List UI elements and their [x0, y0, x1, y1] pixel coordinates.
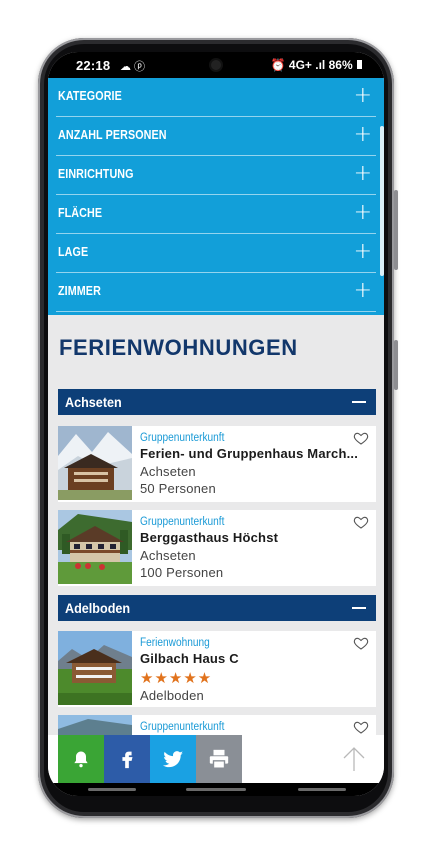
plus-icon[interactable]: +	[354, 124, 372, 146]
front-camera-icon	[211, 60, 221, 70]
heart-icon[interactable]	[353, 514, 369, 530]
plus-icon[interactable]: +	[354, 202, 372, 224]
filter-einrichtung[interactable]: EINRICHTUNG +	[56, 156, 376, 195]
filter-label: ZIMMER	[58, 284, 101, 298]
location-label: Achseten	[65, 394, 122, 410]
signal-icons: ⏰ 4G+ .ıl	[270, 58, 326, 72]
status-bar: 22:18 ☁ ⓟ ⏰ 4G+ .ıl 86%	[48, 52, 384, 78]
print-button[interactable]	[196, 735, 242, 783]
listing-card[interactable]: Gruppenunterkunft Ferien- und Gruppenhau…	[58, 426, 376, 502]
heart-icon[interactable]	[353, 635, 369, 651]
filter-label: FLÄCHE	[58, 206, 103, 220]
listing-photo[interactable]	[58, 426, 132, 500]
filter-anzahl-personen[interactable]: ANZAHL PERSONEN +	[56, 117, 376, 156]
filter-label: EINRICHTUNG	[58, 167, 134, 181]
filter-flaeche[interactable]: FLÄCHE +	[56, 195, 376, 234]
star-rating: ★★★★★	[140, 669, 213, 687]
heart-icon[interactable]	[353, 430, 369, 446]
listing-title[interactable]: Ferien- und Gruppenhaus March...	[140, 446, 370, 461]
listing-card[interactable]: Gruppenunterkunft Berggasthaus Höchst Ac…	[58, 510, 376, 586]
collapse-icon[interactable]	[352, 607, 366, 609]
location-header-achseten[interactable]: Achseten	[58, 389, 376, 415]
filter-lage[interactable]: LAGE +	[56, 234, 376, 273]
notification-button[interactable]	[58, 735, 104, 783]
collapse-icon[interactable]	[352, 401, 366, 403]
arrow-up-icon[interactable]	[340, 745, 368, 773]
status-time: 22:18	[76, 58, 111, 73]
heart-icon[interactable]	[353, 719, 369, 735]
filter-label: KATEGORIE	[58, 89, 122, 103]
page-title: FERIENWOHNUNGEN	[59, 335, 298, 360]
print-icon	[209, 749, 229, 769]
listing-title[interactable]: Berggasthaus Höchst	[140, 530, 370, 545]
recent-apps-indicator[interactable]	[88, 788, 136, 791]
location-header-adelboden[interactable]: Adelboden	[58, 595, 376, 621]
listing-capacity: 100 Personen	[140, 565, 224, 580]
plus-icon[interactable]: +	[354, 85, 372, 107]
power-button	[394, 340, 398, 390]
listing-place: Adelboden	[140, 688, 204, 703]
phone-screen: 22:18 ☁ ⓟ ⏰ 4G+ .ıl 86% KATEGORIE + ANZA…	[48, 52, 384, 796]
filter-label: LAGE	[58, 245, 89, 259]
filter-panel: KATEGORIE + ANZAHL PERSONEN + EINRICHTUN…	[48, 78, 384, 315]
listing-category: Gruppenunterkunft	[140, 516, 225, 528]
facebook-icon	[122, 751, 133, 769]
listing-category: Gruppenunterkunft	[140, 721, 225, 733]
listing-title[interactable]: Gilbach Haus C	[140, 651, 370, 666]
home-indicator[interactable]	[186, 788, 246, 791]
battery-level: 86%	[328, 58, 353, 72]
listing-place: Achseten	[140, 464, 196, 479]
listing-photo[interactable]	[58, 715, 132, 735]
volume-button	[394, 190, 398, 270]
filter-kategorie[interactable]: KATEGORIE +	[56, 78, 376, 117]
twitter-icon	[162, 751, 184, 768]
plus-icon[interactable]: +	[354, 280, 372, 302]
bell-icon	[74, 751, 88, 768]
listing-photo[interactable]	[58, 510, 132, 584]
listing-card[interactable]: Ferienwohnung Gilbach Haus C ★★★★★ Adelb…	[58, 631, 376, 707]
battery-icon	[357, 60, 362, 69]
filter-label: ANZAHL PERSONEN	[58, 128, 167, 142]
listing-photo[interactable]	[58, 631, 132, 705]
system-nav-bar	[48, 783, 384, 796]
listing-content: FERIENWOHNUNGEN Achseten Gruppenunterkun…	[48, 315, 384, 735]
listing-place: Achseten	[140, 548, 196, 563]
plus-icon[interactable]: +	[354, 163, 372, 185]
filter-zimmer[interactable]: ZIMMER +	[56, 273, 376, 312]
notification-icons: ☁ ⓟ	[120, 61, 146, 73]
plus-icon[interactable]: +	[354, 241, 372, 263]
listing-category: Gruppenunterkunft	[140, 432, 225, 444]
twitter-share-button[interactable]	[150, 735, 196, 783]
listing-card[interactable]: Gruppenunterkunft	[58, 715, 376, 735]
listing-capacity: 50 Personen	[140, 481, 216, 496]
facebook-share-button[interactable]	[104, 735, 150, 783]
back-indicator[interactable]	[298, 788, 346, 791]
listing-category: Ferienwohnung	[140, 637, 210, 649]
location-label: Adelboden	[65, 600, 131, 616]
status-right: ⏰ 4G+ .ıl 86%	[271, 58, 362, 72]
filter-scrollbar[interactable]	[380, 126, 384, 276]
share-bar	[48, 735, 384, 783]
